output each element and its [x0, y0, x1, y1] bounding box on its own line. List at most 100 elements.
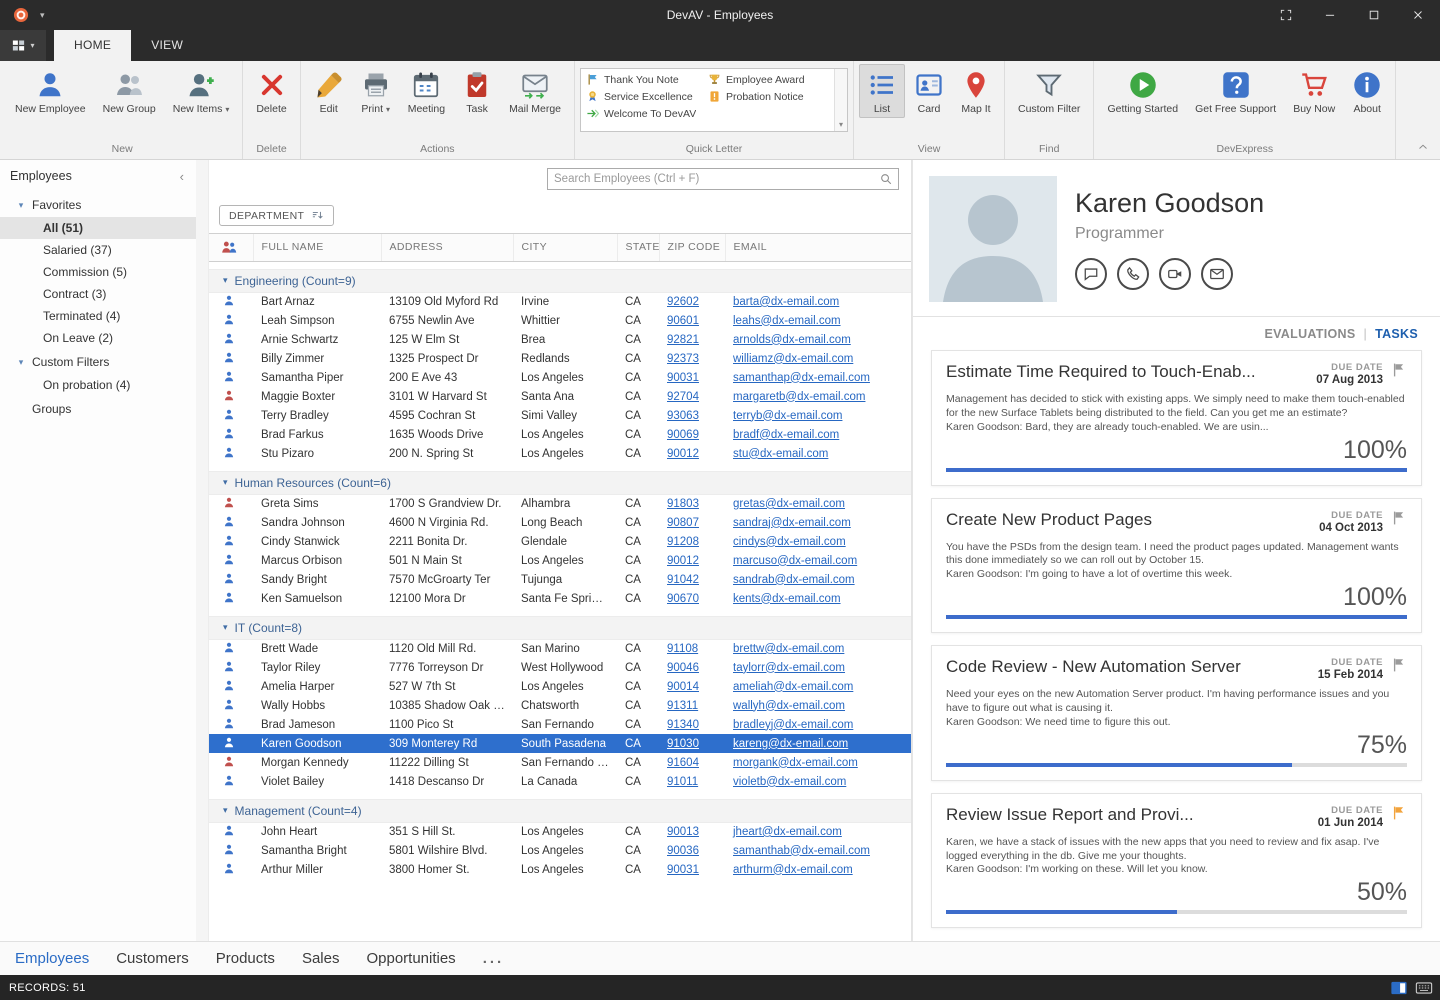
task-card[interactable]: Create New Product PagesDUE DATE04 Oct 2…	[931, 498, 1422, 634]
phone-button[interactable]	[1117, 258, 1149, 290]
zip-link[interactable]: 91030	[667, 738, 699, 750]
employee-row[interactable]: Marcus Orbison501 N Main StLos AngelesCA…	[209, 551, 911, 570]
minimize-button[interactable]	[1308, 0, 1352, 30]
zip-link[interactable]: 91803	[667, 498, 699, 510]
keyboard-icon[interactable]	[1414, 978, 1434, 997]
more-tabs-button[interactable]: ...	[483, 950, 505, 967]
ribbon-tab-view[interactable]: VIEW	[131, 30, 203, 61]
email-link[interactable]: brettw@dx-email.com	[733, 643, 844, 655]
email-link[interactable]: wallyh@dx-email.com	[733, 700, 845, 712]
meeting-button[interactable]: Meeting	[400, 64, 453, 118]
column-header-icon[interactable]	[209, 234, 253, 261]
email-link[interactable]: violetb@dx-email.com	[733, 776, 846, 788]
edit-button[interactable]: Edit	[306, 64, 352, 118]
sidebar-item-commission-5[interactable]: Commission (5)	[0, 261, 196, 283]
chat-button[interactable]	[1075, 258, 1107, 290]
group-by-department-chip[interactable]: DEPARTMENT	[219, 205, 334, 226]
search-input[interactable]	[548, 173, 879, 185]
video-button[interactable]	[1159, 258, 1191, 290]
sidebar-section-groups[interactable]: ▾Groups	[0, 396, 196, 421]
email-link[interactable]: samanthab@dx-email.com	[733, 845, 870, 857]
sidebar-section-custom-filters[interactable]: ▾Custom Filters	[0, 349, 196, 374]
probation-notice-item[interactable]: Probation Notice	[705, 88, 827, 105]
employee-row[interactable]: Taylor Riley7776 Torreyson DrWest Hollyw…	[209, 658, 911, 677]
column-header-zip-code[interactable]: ZIP CODE	[659, 234, 725, 261]
column-header-email[interactable]: EMAIL	[725, 234, 911, 261]
task-card[interactable]: Review Issue Report and Provi...DUE DATE…	[931, 793, 1422, 929]
employee-row[interactable]: Karen Goodson309 Monterey RdSouth Pasade…	[209, 734, 911, 753]
email-link[interactable]: williamz@dx-email.com	[733, 353, 853, 365]
email-link[interactable]: kents@dx-email.com	[733, 593, 841, 605]
email-link[interactable]: terryb@dx-email.com	[733, 410, 842, 422]
employee-row[interactable]: Ken Samuelson12100 Mora DrSanta Fe Sprin…	[209, 589, 911, 608]
zip-link[interactable]: 90013	[667, 826, 699, 838]
zip-link[interactable]: 91311	[667, 700, 698, 712]
email-link[interactable]: stu@dx-email.com	[733, 448, 828, 460]
email-link[interactable]: marcuso@dx-email.com	[733, 555, 857, 567]
bottom-tab-opportunities[interactable]: Opportunities	[366, 950, 455, 967]
email-link[interactable]: bradf@dx-email.com	[733, 429, 839, 441]
bottom-tab-employees[interactable]: Employees	[15, 950, 89, 967]
print-button[interactable]: Print▾	[353, 64, 399, 118]
email-link[interactable]: morgank@dx-email.com	[733, 757, 858, 769]
employee-row[interactable]: Amelia Harper527 W 7th StLos AngelesCA90…	[209, 677, 911, 696]
zip-link[interactable]: 90670	[667, 593, 699, 605]
getting-started-button[interactable]: Getting Started	[1099, 64, 1186, 118]
thank-you-note-item[interactable]: Thank You Note	[583, 71, 705, 88]
sidebar-item-salaried-37[interactable]: Salaried (37)	[0, 239, 196, 261]
task-card[interactable]: Estimate Time Required to Touch-Enab...D…	[931, 350, 1422, 486]
delete-button[interactable]: Delete	[248, 64, 294, 118]
zip-link[interactable]: 92704	[667, 391, 699, 403]
employee-row[interactable]: Brett Wade1120 Old Mill Rd.San MarinoCA9…	[209, 639, 911, 658]
zip-link[interactable]: 93063	[667, 410, 699, 422]
fit-window-button[interactable]	[1264, 0, 1308, 30]
email-link[interactable]: cindys@dx-email.com	[733, 536, 846, 548]
email-link[interactable]: samanthap@dx-email.com	[733, 372, 870, 384]
employee-award-item[interactable]: Employee Award	[705, 71, 827, 88]
employee-row[interactable]: Leah Simpson6755 Newlin AveWhittierCA906…	[209, 311, 911, 330]
bottom-tab-sales[interactable]: Sales	[302, 950, 340, 967]
card-button[interactable]: Card	[906, 64, 952, 118]
employee-row[interactable]: Morgan Kennedy11222 Dilling StSan Fernan…	[209, 753, 911, 772]
employee-row[interactable]: Sandy Bright7570 McGroarty TerTujungaCA9…	[209, 570, 911, 589]
tab-tasks[interactable]: TASKS	[1375, 327, 1418, 341]
zip-link[interactable]: 90012	[667, 448, 699, 460]
app-logo-icon[interactable]	[12, 6, 30, 24]
email-link[interactable]: taylorr@dx-email.com	[733, 662, 845, 674]
group-row-engineering-count-9[interactable]: ▾Engineering (Count=9)	[209, 269, 911, 292]
email-link[interactable]: arnolds@dx-email.com	[733, 334, 851, 346]
zip-link[interactable]: 90036	[667, 845, 699, 857]
welcome-to-devav-item[interactable]: Welcome To DevAV	[583, 105, 705, 122]
group-row-it-count-8[interactable]: ▾IT (Count=8)	[209, 616, 911, 639]
zip-link[interactable]: 92821	[667, 334, 699, 346]
new-group-button[interactable]: New Group	[95, 64, 164, 118]
employee-row[interactable]: Samantha Piper200 E Ave 43Los AngelesCA9…	[209, 368, 911, 387]
group-row-management-count-4[interactable]: ▾Management (Count=4)	[209, 799, 911, 822]
tab-evaluations[interactable]: EVALUATIONS	[1264, 327, 1355, 341]
zip-link[interactable]: 91340	[667, 719, 699, 731]
maximize-button[interactable]	[1352, 0, 1396, 30]
employee-row[interactable]: John Heart351 S Hill St.Los AngelesCA900…	[209, 822, 911, 841]
column-header-address[interactable]: ADDRESS	[381, 234, 513, 261]
collapse-sidebar-button[interactable]: ‹	[180, 169, 184, 184]
zip-link[interactable]: 91011	[667, 776, 698, 788]
email-link[interactable]: barta@dx-email.com	[733, 296, 839, 308]
employee-row[interactable]: Arnie Schwartz125 W Elm StBreaCA92821arn…	[209, 330, 911, 349]
email-link[interactable]: jheart@dx-email.com	[733, 826, 842, 838]
email-link[interactable]: sandraj@dx-email.com	[733, 517, 851, 529]
email-link[interactable]: margaretb@dx-email.com	[733, 391, 865, 403]
list-button[interactable]: List	[859, 64, 905, 118]
sidebar-item-terminated-4[interactable]: Terminated (4)	[0, 305, 196, 327]
employee-row[interactable]: Arthur Miller3800 Homer St.Los AngelesCA…	[209, 860, 911, 879]
map-it-button[interactable]: Map It	[953, 64, 999, 118]
quick-access-dropdown-icon[interactable]: ▾	[40, 10, 45, 21]
employee-row[interactable]: Brad Jameson1100 Pico StSan FernandoCA91…	[209, 715, 911, 734]
zip-link[interactable]: 90069	[667, 429, 699, 441]
quick-letter-scrollbar[interactable]: ▾	[834, 69, 847, 131]
app-menu-button[interactable]: ▾	[0, 30, 46, 61]
task-card[interactable]: Code Review - New Automation ServerDUE D…	[931, 645, 1422, 781]
employee-row[interactable]: Brad Farkus1635 Woods DriveLos AngelesCA…	[209, 425, 911, 444]
about-button[interactable]: About	[1344, 64, 1390, 118]
new-items-button[interactable]: New Items▾	[165, 64, 238, 118]
zip-link[interactable]: 91108	[667, 643, 698, 655]
